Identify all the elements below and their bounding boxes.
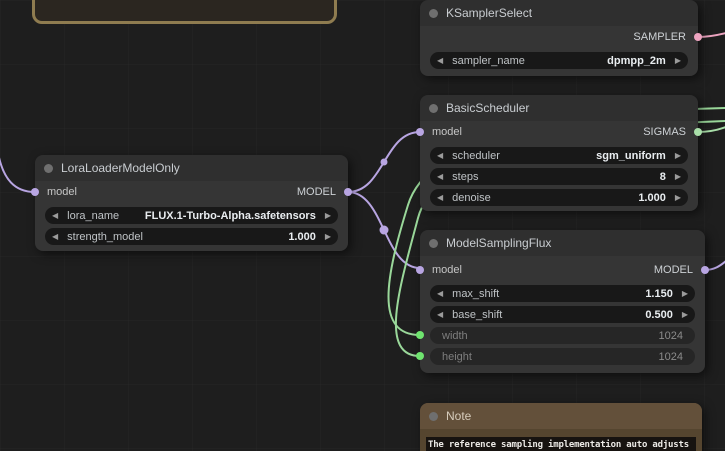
increment-arrow-icon[interactable]: ▶	[675, 151, 681, 160]
input-label-model: model	[432, 126, 462, 138]
node-title-bar[interactable]: BasicScheduler	[420, 95, 698, 121]
widget-label: strength_model	[67, 230, 143, 243]
decrement-arrow-icon[interactable]: ◀	[437, 172, 443, 181]
output-port-sigmas[interactable]	[694, 128, 702, 136]
node-model-sampling-flux[interactable]: ModelSamplingFlux model MODEL ◀ max_shif…	[416, 230, 709, 373]
widget-steps[interactable]: ◀ steps 8 ▶	[430, 168, 688, 185]
node-note[interactable]: Note The reference sampling implementati…	[420, 403, 702, 451]
widget-value: 1.000	[288, 230, 316, 243]
node-title: Note	[446, 409, 472, 423]
output-label-sampler: SAMPLER	[633, 31, 686, 43]
node-title: ModelSamplingFlux	[446, 236, 552, 250]
input-label-model: model	[47, 186, 77, 198]
input-label-model: model	[432, 264, 462, 276]
link-midpoint-dot[interactable]	[380, 158, 388, 166]
increment-arrow-icon[interactable]: ▶	[675, 56, 681, 65]
node-basic-scheduler[interactable]: BasicScheduler model SIGMAS ◀ scheduler …	[416, 95, 702, 211]
link-midpoint-dot[interactable]	[379, 225, 389, 235]
widget-value: 0.500	[645, 308, 673, 321]
decrement-arrow-icon[interactable]: ◀	[437, 151, 443, 160]
widget-label: denoise	[452, 191, 491, 204]
widget-value: sgm_uniform	[596, 149, 666, 162]
converted-input-value: 1024	[658, 329, 683, 342]
note-text[interactable]: The reference sampling implementation au…	[426, 437, 696, 451]
widget-value: 1.150	[645, 287, 673, 300]
node-title-bar[interactable]: KSamplerSelect	[420, 0, 698, 26]
input-port-model[interactable]	[416, 266, 424, 274]
input-port-width[interactable]	[416, 331, 424, 339]
slot-row: model SIGMAS	[420, 121, 698, 143]
decrement-arrow-icon[interactable]: ◀	[437, 289, 443, 298]
widget-value: FLUX.1-Turbo-Alpha.safetensors	[144, 209, 316, 222]
widget-scheduler[interactable]: ◀ scheduler sgm_uniform ▶	[430, 147, 688, 164]
decrement-arrow-icon[interactable]: ◀	[437, 193, 443, 202]
input-port-model[interactable]	[416, 128, 424, 136]
wire-model-into-lora	[0, 156, 36, 193]
increment-arrow-icon[interactable]: ▶	[682, 289, 688, 298]
node-ksampler-select[interactable]: KSamplerSelect SAMPLER ◀ sampler_name dp…	[420, 0, 702, 76]
node-title: BasicScheduler	[446, 101, 530, 115]
converted-input-label: height	[442, 350, 472, 363]
output-port-model[interactable]	[701, 266, 709, 274]
widget-strength-model[interactable]: ◀ strength_model 1.000 ▶	[45, 228, 338, 245]
decrement-arrow-icon[interactable]: ◀	[437, 310, 443, 319]
converted-input-width: width 1024	[430, 327, 695, 344]
widget-max-shift[interactable]: ◀ max_shift 1.150 ▶	[430, 285, 695, 302]
widget-base-shift[interactable]: ◀ base_shift 0.500 ▶	[430, 306, 695, 323]
widget-sampler-name[interactable]: ◀ sampler_name dpmpp_2m ▶	[430, 52, 688, 69]
slot-row: model MODEL	[420, 256, 705, 281]
output-port-sampler[interactable]	[694, 33, 702, 41]
node-title: KSamplerSelect	[446, 6, 533, 20]
node-graph-canvas[interactable]: KSamplerSelect SAMPLER ◀ sampler_name dp…	[0, 0, 725, 451]
widget-value: 1.000	[638, 191, 666, 204]
widget-value: 8	[659, 170, 666, 183]
slot-row: SAMPLER	[420, 26, 698, 48]
wire-sigmas-out-right	[697, 126, 725, 133]
collapse-dot-icon[interactable]	[44, 163, 53, 173]
increment-arrow-icon[interactable]: ▶	[682, 310, 688, 319]
output-label-model: MODEL	[653, 264, 693, 276]
decrement-arrow-icon[interactable]: ◀	[52, 211, 58, 220]
widget-label: base_shift	[452, 308, 503, 321]
widget-lora-name[interactable]: ◀ lora_name FLUX.1-Turbo-Alpha.safetenso…	[45, 207, 338, 224]
widget-denoise[interactable]: ◀ denoise 1.000 ▶	[430, 189, 688, 206]
widget-label: max_shift	[452, 287, 500, 300]
widget-label: steps	[452, 170, 479, 183]
node-title-bar[interactable]: ModelSamplingFlux	[420, 230, 705, 256]
slot-row: model MODEL	[35, 181, 348, 203]
converted-input-label: width	[442, 329, 468, 342]
output-port-model[interactable]	[344, 188, 352, 196]
decrement-arrow-icon[interactable]: ◀	[52, 232, 58, 241]
widget-value: dpmpp_2m	[607, 54, 666, 67]
wire-sampler-out-right	[697, 32, 725, 38]
node-title-bar[interactable]: Note	[420, 403, 702, 429]
node-lora-loader-model-only[interactable]: LoraLoaderModelOnly model MODEL ◀ lora_n…	[31, 155, 352, 251]
input-port-height[interactable]	[416, 352, 424, 360]
widget-label: sampler_name	[452, 54, 525, 67]
converted-input-height: height 1024	[430, 348, 695, 365]
converted-input-value: 1024	[658, 350, 683, 363]
increment-arrow-icon[interactable]: ▶	[325, 211, 331, 220]
increment-arrow-icon[interactable]: ▶	[325, 232, 331, 241]
collapse-dot-icon[interactable]	[429, 238, 438, 248]
decrement-arrow-icon[interactable]: ◀	[437, 56, 443, 65]
output-label-model: MODEL	[296, 186, 336, 198]
widget-label: scheduler	[452, 149, 500, 162]
collapse-dot-icon[interactable]	[429, 8, 438, 18]
collapse-dot-icon[interactable]	[429, 411, 438, 421]
widget-label: lora_name	[67, 209, 120, 222]
node-title-bar[interactable]: LoraLoaderModelOnly	[35, 155, 348, 181]
input-port-model[interactable]	[31, 188, 39, 196]
increment-arrow-icon[interactable]: ▶	[675, 193, 681, 202]
node-partial-top-left[interactable]	[32, 0, 337, 24]
collapse-dot-icon[interactable]	[429, 103, 438, 113]
increment-arrow-icon[interactable]: ▶	[675, 172, 681, 181]
output-label-sigmas: SIGMAS	[643, 126, 686, 138]
node-title: LoraLoaderModelOnly	[61, 161, 180, 175]
